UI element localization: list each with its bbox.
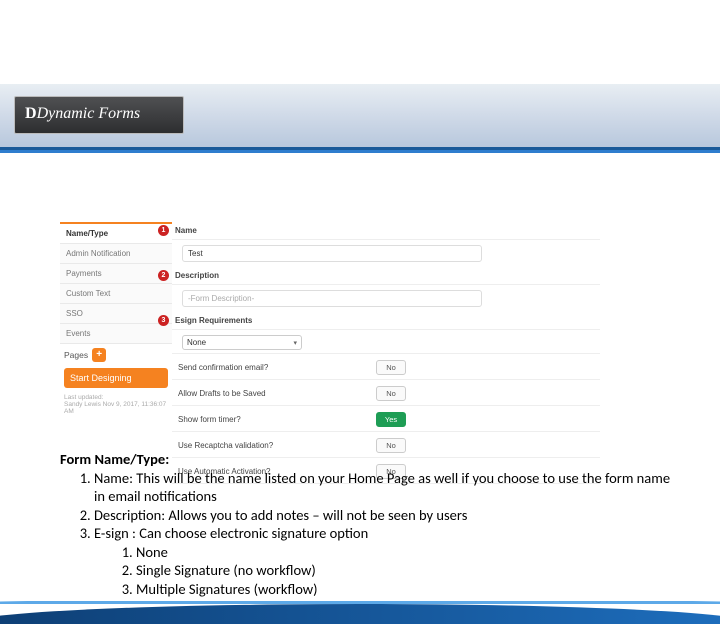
settings-sidebar: Name/Type Admin Notification Payments Cu… [60,222,172,440]
desc-item-1: Name: This will be the name listed on yo… [94,469,680,506]
callout-1: 1 [158,225,169,236]
last-updated-value: Sandy Lewis Nov 9, 2017, 11:36:07 AM [64,401,168,415]
desc-item-3: E-sign : Can choose electronic signature… [94,524,680,598]
desc-item-2: Description: Allows you to add notes – w… [94,506,680,525]
last-updated-label: Last updated: [64,394,168,401]
pages-row: Pages + [60,344,172,366]
esign-field-row: None [172,332,600,354]
callout-2: 2 [158,270,169,281]
toggle-label: Allow Drafts to be Saved [178,389,266,398]
dynamic-forms-logo: DDynamic Forms [14,96,184,134]
sidebar-item-name-type[interactable]: Name/Type [60,222,172,244]
desc-heading: Form Name/Type: [60,450,169,468]
description-row: 2 Description [172,267,600,285]
description-block: Form Name/Type: Name: This will be the n… [60,450,680,598]
desc-item-3-text: E-sign : Can choose electronic signature… [94,524,368,542]
name-row: 1 Name [172,222,600,240]
description-input[interactable]: -Form Description- [182,290,482,307]
sidebar-item-events[interactable]: Events [60,324,172,344]
desc-sub-2: Single Signature (no workflow) [136,561,680,580]
sidebar-item-custom-text[interactable]: Custom Text [60,284,172,304]
desc-list: Name: This will be the name listed on yo… [94,469,680,599]
esign-select[interactable]: None [182,335,302,350]
toggle-drafts[interactable]: No [376,386,406,401]
name-input[interactable]: Test [182,245,482,262]
add-page-button[interactable]: + [92,348,106,362]
toggle-timer[interactable]: Yes [376,412,406,427]
toggle-row-drafts: Allow Drafts to be Saved No [172,382,600,406]
sidebar-item-admin-notification[interactable]: Admin Notification [60,244,172,264]
settings-main: 1 Name Test 2 Description -Form Descript… [172,222,600,440]
logo-text: Dynamic Forms [37,105,141,122]
form-settings-screenshot: Name/Type Admin Notification Payments Cu… [60,222,600,440]
desc-sub-1: None [136,543,680,562]
toggle-row-timer: Show form timer? Yes [172,408,600,432]
toggle-label: Use Recaptcha validation? [178,441,273,450]
toggle-row-confirmation: Send confirmation email? No [172,356,600,380]
toggle-label: Show form timer? [178,415,241,424]
pages-label: Pages [64,350,88,360]
description-label: Description [175,271,219,280]
header-bar: DDynamic Forms [0,84,720,150]
bottom-curve [0,604,720,624]
description-field-row: -Form Description- [172,287,600,310]
toggle-confirmation[interactable]: No [376,360,406,375]
name-field-row: Test [172,242,600,265]
esign-value: None [187,338,206,347]
sidebar-item-payments[interactable]: Payments [60,264,172,284]
last-updated: Last updated: Sandy Lewis Nov 9, 2017, 1… [60,390,172,419]
desc-sub-3: Multiple Signatures (workflow) [136,580,680,599]
esign-row: 3 Esign Requirements [172,312,600,330]
toggle-label: Send confirmation email? [178,363,268,372]
name-label: Name [175,226,197,235]
desc-sublist: None Single Signature (no workflow) Mult… [136,543,680,599]
callout-3: 3 [158,315,169,326]
sidebar-item-sso[interactable]: SSO [60,304,172,324]
start-designing-button[interactable]: Start Designing [64,368,168,388]
esign-label: Esign Requirements [175,316,252,325]
